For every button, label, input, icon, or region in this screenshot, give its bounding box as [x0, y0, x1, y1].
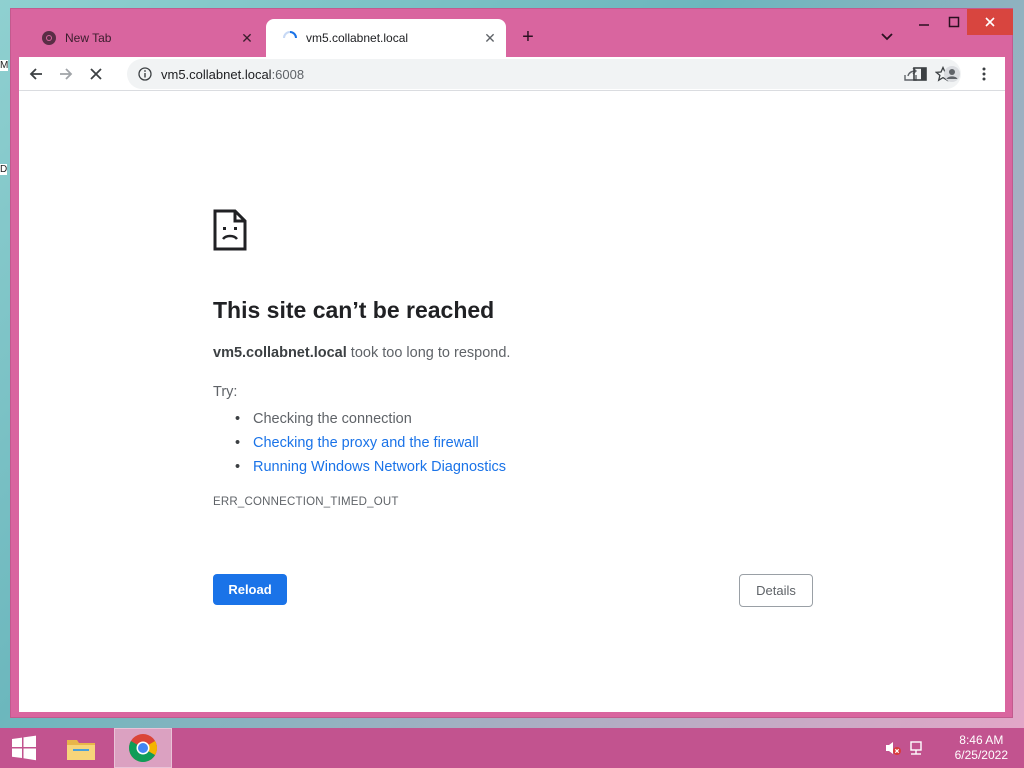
error-description: vm5.collabnet.local took too long to res…: [213, 345, 510, 361]
reload-button[interactable]: Reload: [213, 574, 287, 605]
taskbar-clock[interactable]: 8:46 AM 6/25/2022: [955, 733, 1008, 763]
suggestion-link-proxy[interactable]: Checking the proxy and the firewall: [235, 431, 506, 455]
suggestion-link-diagnostics[interactable]: Running Windows Network Diagnostics: [235, 455, 506, 479]
clock-date: 6/25/2022: [954, 748, 1008, 762]
details-button[interactable]: Details: [739, 574, 813, 607]
volume-muted-icon[interactable]: [884, 740, 902, 756]
close-tab-icon[interactable]: ✕: [480, 28, 500, 48]
stop-x-icon: [90, 67, 102, 80]
stop-loading-button[interactable]: [81, 59, 111, 89]
menu-kebab-icon[interactable]: [969, 59, 999, 89]
chrome-logo-icon: [129, 734, 157, 762]
tab-strip: New Tab ✕ vm5.collabnet.local ✕ +: [11, 9, 1013, 57]
tab-search-chevron-icon[interactable]: [875, 25, 899, 49]
close-tab-icon[interactable]: ✕: [237, 28, 257, 48]
side-panel-icon[interactable]: [905, 59, 935, 89]
clock-time: 8:46 AM: [959, 733, 1004, 747]
page-content: This site can’t be reached vm5.collabnet…: [19, 91, 1005, 712]
profile-avatar-icon[interactable]: [937, 59, 967, 89]
start-button[interactable]: [0, 728, 48, 768]
forward-button[interactable]: [51, 59, 81, 89]
network-icon[interactable]: [908, 740, 926, 756]
browser-window: New Tab ✕ vm5.collabnet.local ✕ + vm5.co…: [10, 8, 1013, 718]
windows-logo-icon: [12, 735, 36, 761]
tab-title: New Tab: [65, 31, 112, 45]
sad-document-icon: [213, 209, 247, 251]
taskbar: 8:46 AM 6/25/2022: [0, 728, 1024, 768]
desktop-edge-fragment: D: [0, 164, 8, 175]
browser-toolbar: vm5.collabnet.local:6008: [19, 57, 1005, 91]
error-host: vm5.collabnet.local: [213, 345, 347, 361]
suggestion-item: Checking the connection: [235, 407, 506, 431]
tab-vm5[interactable]: vm5.collabnet.local ✕: [266, 19, 506, 57]
error-desc-rest: took too long to respond.: [346, 345, 511, 361]
url-host: vm5.collabnet.local: [161, 66, 272, 82]
folder-icon: [67, 740, 95, 760]
error-code: ERR_CONNECTION_TIMED_OUT: [213, 496, 399, 508]
suggestion-list: Checking the connection Checking the pro…: [235, 407, 506, 479]
chrome-taskbar-button[interactable]: [114, 728, 172, 768]
desktop-edge-fragment: M: [0, 60, 9, 71]
back-button[interactable]: [21, 59, 51, 89]
address-bar[interactable]: vm5.collabnet.local:6008: [127, 59, 961, 89]
minimize-button[interactable]: [909, 9, 939, 35]
tab-title: vm5.collabnet.local: [306, 31, 409, 45]
system-tray: 8:46 AM 6/25/2022: [864, 728, 1024, 768]
error-title: This site can’t be reached: [213, 297, 495, 323]
chrome-icon: [41, 30, 57, 46]
maximize-button[interactable]: [939, 9, 969, 35]
file-explorer-button[interactable]: [60, 728, 102, 768]
close-window-button[interactable]: [967, 9, 1013, 35]
site-info-icon[interactable]: [137, 66, 153, 82]
try-label: Try:: [213, 384, 238, 400]
loading-spinner-icon: [282, 30, 298, 46]
forward-arrow-icon: [60, 67, 73, 80]
back-arrow-icon: [29, 67, 42, 80]
tab-new-tab[interactable]: New Tab ✕: [25, 19, 271, 57]
new-tab-button[interactable]: +: [516, 25, 540, 49]
url-port: :6008: [271, 66, 305, 82]
